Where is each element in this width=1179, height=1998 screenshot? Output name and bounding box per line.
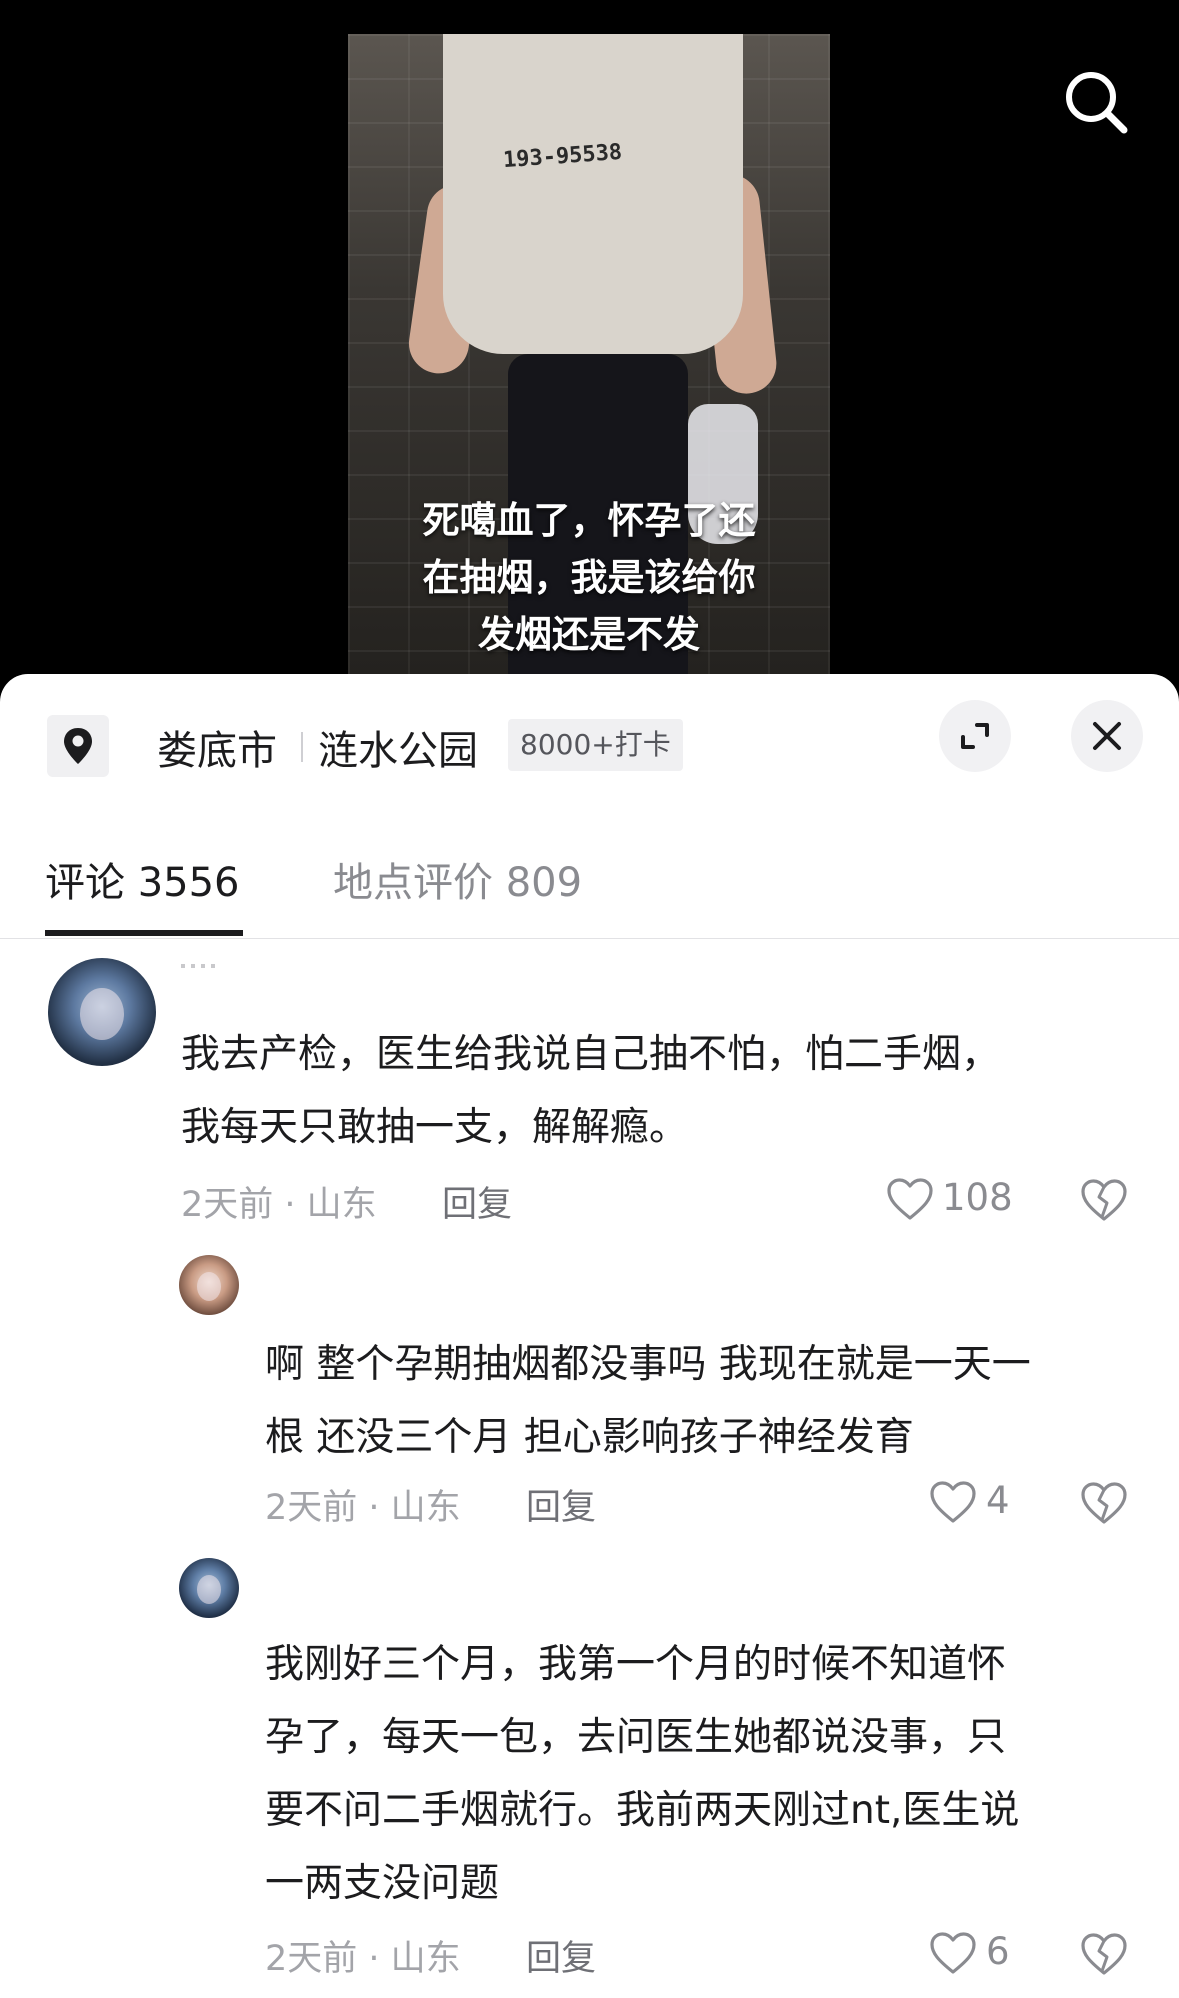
close-button[interactable] <box>1071 700 1143 772</box>
subtitle-line: 死噶血了，怀孕了还 <box>422 499 756 542</box>
comment-line: 根 还没三个月 担心影响孩子神经发育 <box>265 1415 914 1460</box>
comment-text: 我刚好三个月，我第一个月的时候不知道怀 孕了，每天一包，去问医生她都说没事，只 … <box>265 1628 1019 1920</box>
comment-line: 我每天只敢抽一支，解解瘾。 <box>181 1105 689 1150</box>
subtitle-line: 在抽烟，我是该给你 <box>422 556 756 599</box>
video-player[interactable]: 193-95538 死噶血了，怀孕了还 在抽烟，我是该给你 发烟还是不发 <box>0 0 1179 700</box>
video-subtitle: 死噶血了，怀孕了还 在抽烟，我是该给你 发烟还是不发 <box>348 492 830 663</box>
broken-heart-icon[interactable] <box>1079 1177 1129 1223</box>
comment-line: 我刚好三个月，我第一个月的时候不知道怀 <box>265 1642 1007 1687</box>
comment-line: 要不问二手烟就行。我前两天刚过nt,医生说 <box>265 1788 1020 1833</box>
header-divider <box>301 732 303 762</box>
heart-icon[interactable] <box>928 1479 978 1525</box>
reply-button[interactable]: 回复 <box>526 1930 596 1981</box>
heart-icon[interactable] <box>885 1176 935 1222</box>
comment-line: 一两支没问题 <box>265 1861 500 1906</box>
heart-icon[interactable] <box>928 1930 978 1976</box>
comment-meta: 2天前 · 山东 <box>181 1185 377 1225</box>
tab-place-reviews[interactable]: 地点评价 809 <box>333 850 582 908</box>
comment-meta: 2天前 · 山东 <box>265 1488 461 1528</box>
comment-line: 孕了，每天一包，去问医生她都说没事，只 <box>265 1715 1007 1760</box>
broken-heart-icon[interactable] <box>1079 1931 1129 1977</box>
comment-line: 啊 整个孕期抽烟都没事吗 我现在就是一天一 <box>265 1342 1031 1387</box>
avatar[interactable] <box>48 958 156 1066</box>
tab-comments[interactable]: 评论 3556 <box>45 850 240 908</box>
location-pin-icon <box>64 728 92 764</box>
place-name[interactable]: 涟水公园 <box>318 718 478 776</box>
comment-panel: 娄底市 涟水公园 8000+打卡 评论 3556 地点评价 809 我去产检，医… <box>0 674 1179 1998</box>
subtitle-line: 发烟还是不发 <box>478 613 700 656</box>
expand-button[interactable] <box>939 700 1011 772</box>
comment-line: 我去产检，医生给我说自己抽不怕，怕二手烟， <box>181 1032 1001 1077</box>
checkin-badge: 8000+打卡 <box>508 719 683 771</box>
comment-text: 啊 整个孕期抽烟都没事吗 我现在就是一天一 根 还没三个月 担心影响孩子神经发育 <box>265 1328 1031 1474</box>
like-count: 4 <box>986 1479 1010 1522</box>
like-count: 108 <box>942 1176 1013 1219</box>
comment-meta: 2天前 · 山东 <box>265 1939 461 1979</box>
broken-heart-icon[interactable] <box>1079 1480 1129 1526</box>
reply-button[interactable]: 回复 <box>442 1176 512 1227</box>
location-button[interactable] <box>47 715 109 777</box>
city-label[interactable]: 娄底市 <box>157 718 277 776</box>
person-shirt <box>443 34 743 354</box>
avatar[interactable] <box>179 1255 239 1315</box>
avatar[interactable] <box>179 1558 239 1618</box>
comment-text: 我去产检，医生给我说自己抽不怕，怕二手烟， 我每天只敢抽一支，解解瘾。 <box>181 1018 1000 1164</box>
like-count: 6 <box>986 1930 1010 1973</box>
search-button[interactable] <box>1060 66 1132 138</box>
expand-icon <box>961 723 989 749</box>
reply-button[interactable]: 回复 <box>526 1479 596 1530</box>
close-icon <box>1093 722 1121 750</box>
username-placeholder <box>181 964 221 968</box>
search-icon <box>1066 72 1128 134</box>
active-tab-indicator <box>45 930 243 936</box>
tabs-divider <box>0 938 1179 939</box>
